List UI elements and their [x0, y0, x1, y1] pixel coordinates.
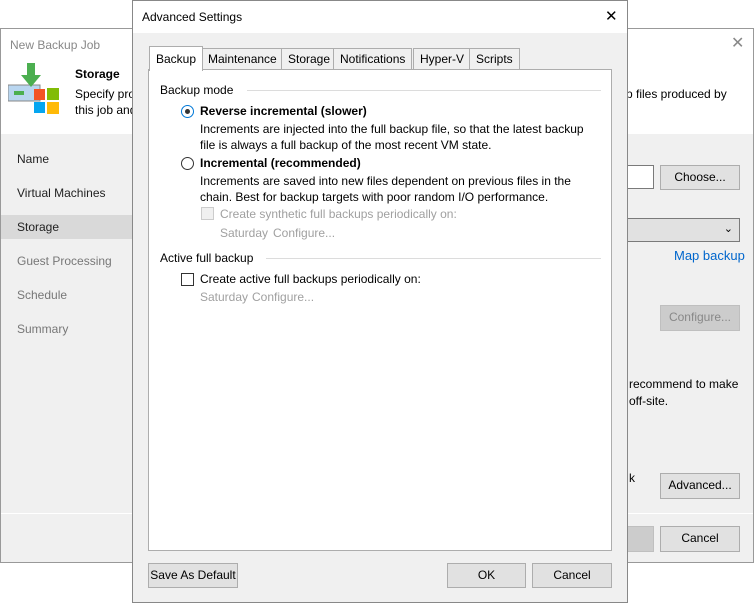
incremental-desc-2: chain. Best for backup targets with poor…: [200, 190, 549, 204]
label-fragment: k: [629, 471, 635, 485]
nav-summary[interactable]: Summary: [1, 317, 133, 341]
advanced-settings-dialog: Advanced Settings ✕ Backup Maintenance S…: [132, 0, 628, 603]
advanced-button[interactable]: Advanced...: [660, 473, 740, 499]
tab-maintenance[interactable]: Maintenance: [201, 48, 284, 70]
close-icon[interactable]: ✕: [731, 33, 744, 53]
divider: [266, 258, 601, 259]
save-as-default-button[interactable]: Save As Default: [148, 563, 238, 588]
reverse-incremental-label[interactable]: Reverse incremental (slower): [200, 104, 367, 118]
synthetic-day: Saturday: [220, 226, 269, 240]
nav-schedule[interactable]: Schedule: [1, 283, 133, 307]
step-description-2: this job and: [75, 103, 137, 117]
reverse-incremental-radio[interactable]: [181, 105, 194, 118]
dialog-title: Advanced Settings: [142, 10, 243, 24]
reverse-desc-2: file is always a full backup of the most…: [200, 138, 492, 152]
incremental-radio[interactable]: [181, 157, 194, 170]
incremental-desc: Increments are saved into new files depe…: [200, 174, 571, 188]
synthetic-full-checkbox[interactable]: [201, 207, 214, 220]
divider: [247, 90, 601, 91]
storage-icon: [8, 63, 59, 114]
synthetic-full-label: Create synthetic full backups periodical…: [220, 207, 457, 221]
choose-button[interactable]: Choose...: [660, 165, 740, 190]
recommend-text: recommend to make: [629, 377, 739, 391]
map-backup-link[interactable]: Map backup: [674, 248, 745, 263]
configure-button[interactable]: Configure...: [660, 305, 740, 331]
active-full-label[interactable]: Create active full backups periodically …: [200, 272, 421, 286]
dialog-titlebar: Advanced Settings ✕: [133, 1, 627, 33]
step-description: Specify pro: [75, 87, 136, 101]
synthetic-configure-link[interactable]: Configure...: [273, 226, 335, 240]
active-full-checkbox[interactable]: [181, 273, 194, 286]
backup-tab-panel: Backup mode Reverse incremental (slower)…: [148, 69, 612, 551]
nav-guest-processing[interactable]: Guest Processing: [1, 249, 133, 273]
step-description-right: p files produced by: [626, 87, 727, 101]
incremental-label[interactable]: Incremental (recommended): [200, 156, 361, 170]
tab-hyper-v[interactable]: Hyper-V: [413, 48, 472, 70]
nav-storage[interactable]: Storage: [1, 215, 133, 239]
nav-name[interactable]: Name: [1, 147, 133, 171]
reverse-desc: Increments are injected into the full ba…: [200, 122, 584, 136]
ok-button[interactable]: OK: [447, 563, 526, 588]
step-title: Storage: [75, 67, 120, 81]
wizard-cancel-button[interactable]: Cancel: [660, 526, 740, 552]
active-configure-link[interactable]: Configure...: [252, 290, 314, 304]
recommend-text-2: off-site.: [629, 394, 669, 408]
cancel-button[interactable]: Cancel: [532, 563, 612, 588]
tab-scripts[interactable]: Scripts: [469, 48, 520, 70]
close-icon[interactable]: ✕: [605, 7, 618, 25]
active-day: Saturday: [200, 290, 249, 304]
tab-notifications[interactable]: Notifications: [333, 48, 413, 70]
tab-storage[interactable]: Storage: [281, 48, 338, 70]
active-full-heading: Active full backup: [160, 251, 254, 265]
backup-mode-heading: Backup mode: [160, 83, 234, 97]
tab-backup[interactable]: Backup: [149, 46, 204, 71]
wizard-title: New Backup Job: [10, 38, 101, 52]
chevron-down-icon: ⌄: [723, 223, 733, 235]
nav-virtual-machines[interactable]: Virtual Machines: [1, 181, 133, 205]
